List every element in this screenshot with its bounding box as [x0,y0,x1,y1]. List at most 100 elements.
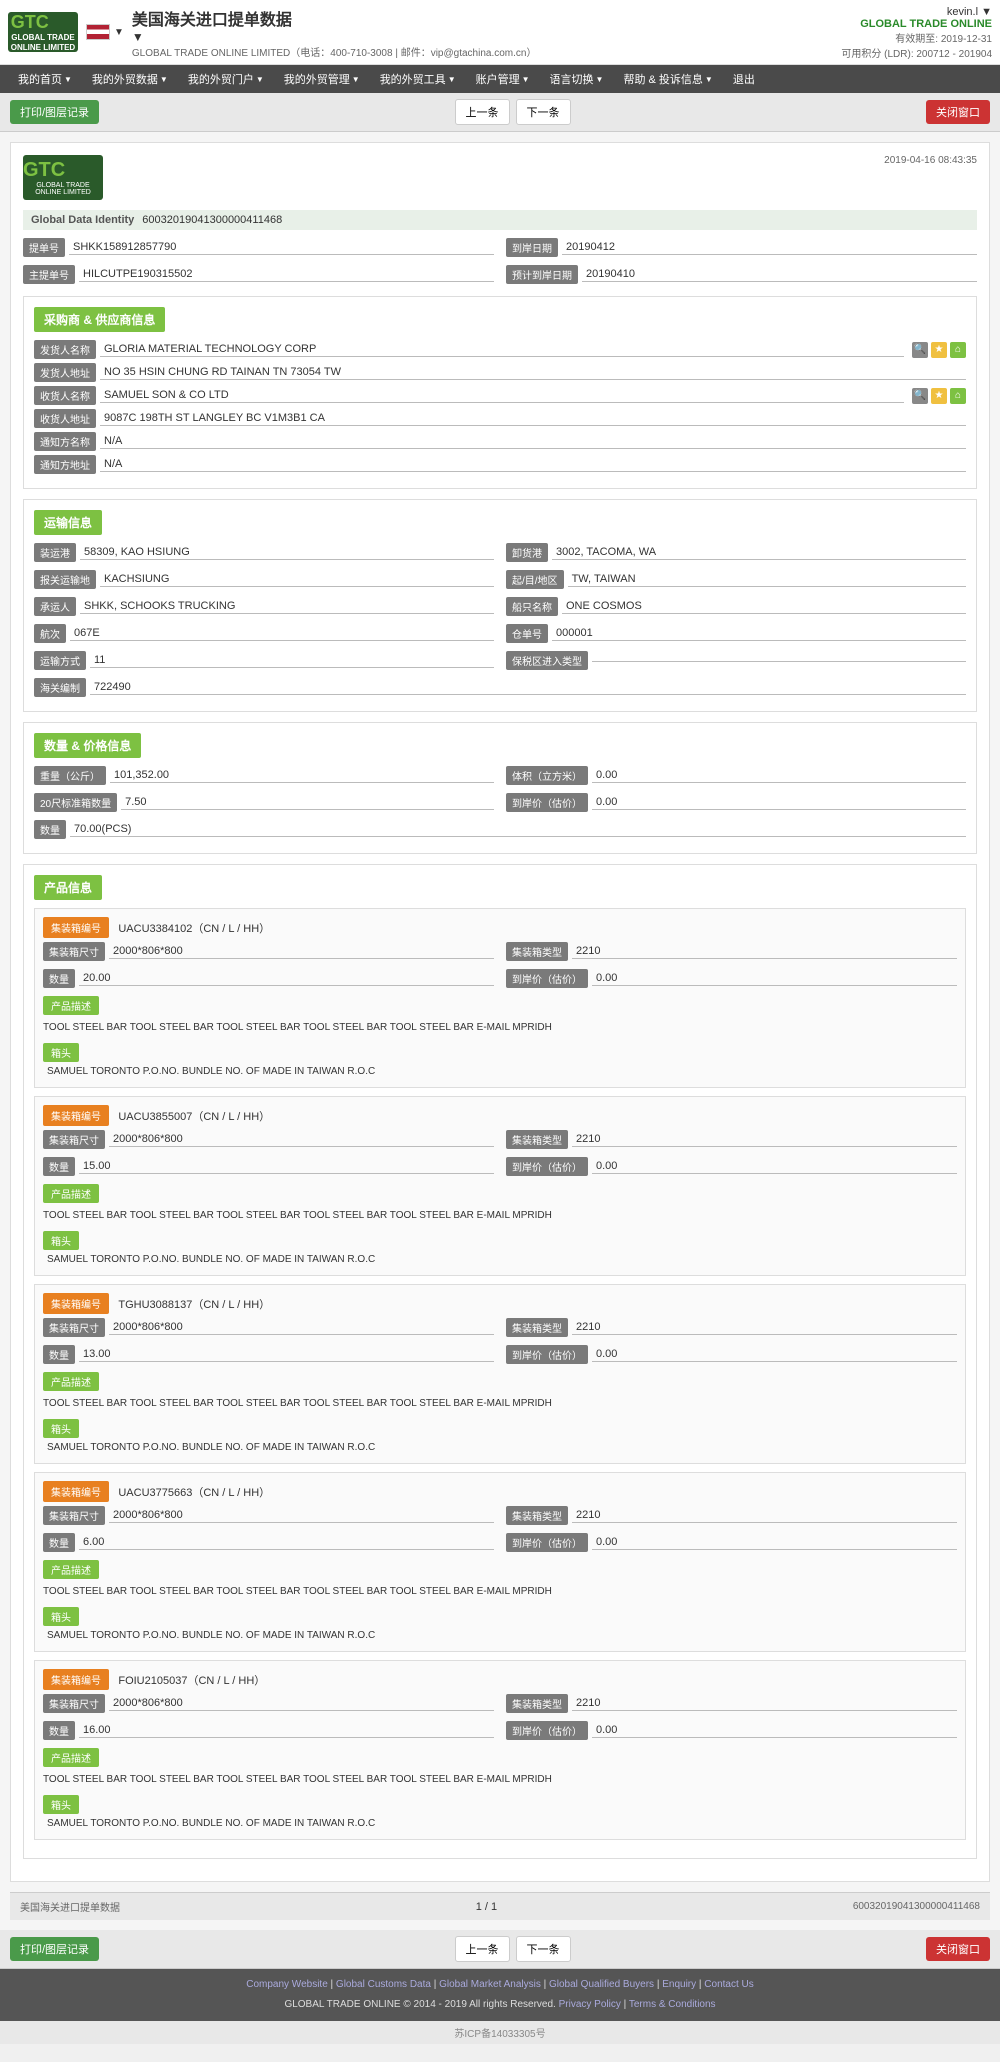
qty-value-2: 15.00 [79,1159,494,1174]
footer-link-company[interactable]: Company Website [246,1979,328,1990]
footer-link-market[interactable]: Global Market Analysis [439,1979,541,1990]
toolbar-top: 打印/图层记录 上一条 下一条 关闭窗口 [0,93,1000,132]
mark-button-5[interactable]: 箱头 [43,1795,79,1814]
warehouse-label: 仓单号 [506,624,548,643]
mark-button-2[interactable]: 箱头 [43,1231,79,1250]
size-value-4: 2000*806*800 [109,1508,494,1523]
price-label-3: 到岸价（估价） [506,1345,588,1364]
consignee-home-icon[interactable]: ⌂ [950,388,966,404]
voyage-value: 067E [70,626,494,641]
qty-group-3: 数量 13.00 [43,1345,494,1364]
loading-port-value: 58309, KAO HSIUNG [80,545,494,560]
nav-import-data[interactable]: 我的外贸数据 ▼ [82,65,178,93]
bottom-bar: 美国海关进口提单数据 1 / 1 60032019041300000411468 [10,1892,990,1920]
product-item-1: 集装箱编号 UACU3384102（CN / L / HH） 集装箱尺寸 200… [34,908,966,1088]
print-button-bottom[interactable]: 打印/图层记录 [10,1937,99,1961]
footer-link-customs[interactable]: Global Customs Data [336,1979,431,1990]
desc-button-3[interactable]: 产品描述 [43,1372,99,1391]
title-dropdown-arrow[interactable]: ▼ [132,30,144,44]
toolbar-left: 打印/图层记录 [10,100,99,124]
nav-tools[interactable]: 我的外贸工具 ▼ [370,65,466,93]
footer-terms[interactable]: Terms & Conditions [629,1999,716,2010]
mark-btn-row-3: 箱头 [43,1419,957,1438]
type-label-1: 集装箱类型 [506,942,568,961]
size-value-1: 2000*806*800 [109,944,494,959]
username[interactable]: kevin.l ▼ [947,6,992,18]
transport-mode-label: 运输方式 [34,651,86,670]
footer-link-contact[interactable]: Contact Us [704,1979,753,1990]
price-label-1: 到岸价（估价） [506,969,588,988]
copyright-text: GLOBAL TRADE ONLINE © 2014 - 2019 All ri… [284,1999,555,2010]
desc-btn-row-3: 产品描述 [43,1372,957,1391]
type-group-5: 集装箱类型 2210 [506,1694,957,1713]
nav-logout[interactable]: 退出 [723,65,765,93]
product-item-4: 集装箱编号 UACU3775663（CN / L / HH） 集装箱尺寸 200… [34,1472,966,1652]
nav-management[interactable]: 我的外贸管理 ▼ [274,65,370,93]
size-label-1: 集装箱尺寸 [43,942,105,961]
nav-home[interactable]: 我的首页 ▼ [8,65,82,93]
consignee-search-icon[interactable]: 🔍 [912,388,928,404]
footer-privacy[interactable]: Privacy Policy [559,1999,621,2010]
container-num-label-1: 集装箱编号 [43,917,109,938]
footer-copyright: GLOBAL TRADE ONLINE © 2014 - 2019 All ri… [8,1997,992,2013]
shipper-home-icon[interactable]: ⌂ [950,342,966,358]
shipper-star-icon[interactable]: ★ [931,342,947,358]
close-button[interactable]: 关闭窗口 [926,100,990,124]
type-group-1: 集装箱类型 2210 [506,942,957,961]
footer-link-enquiry[interactable]: Enquiry [662,1979,696,1990]
mark-text-2: SAMUEL TORONTO P.O.NO. BUNDLE NO. OF MAD… [43,1252,957,1267]
toolbar-bottom-center: 上一条 下一条 [455,1936,571,1962]
desc-button-2[interactable]: 产品描述 [43,1184,99,1203]
desc-text-3: TOOL STEEL BAR TOOL STEEL BAR TOOL STEEL… [43,1393,957,1415]
product-fields-3: 集装箱尺寸 2000*806*800 集装箱类型 2210 数量 13.00 到… [43,1318,957,1368]
date-group: 到岸日期 20190412 [506,238,977,257]
desc-btn-row-5: 产品描述 [43,1748,957,1767]
desc-button-4[interactable]: 产品描述 [43,1560,99,1579]
header-title-area: 美国海关进口提单数据 ▼ GLOBAL TRADE ONLINE LIMITED… [132,6,537,59]
nav-account[interactable]: 账户管理 ▼ [466,65,540,93]
consignee-star-icon[interactable]: ★ [931,388,947,404]
nav-help[interactable]: 帮助 & 投诉信息 ▼ [613,65,722,93]
type-group-2: 集装箱类型 2210 [506,1130,957,1149]
footer-links: Company Website | Global Customs Data | … [8,1977,992,1993]
transport-section-header: 运输信息 [34,510,102,535]
qty-label-5: 数量 [43,1721,75,1740]
mark-text-4: SAMUEL TORONTO P.O.NO. BUNDLE NO. OF MAD… [43,1628,957,1643]
container20-group: 20尺标准箱数量 7.50 [34,793,494,812]
flag-dropdown[interactable]: ▼ [114,27,124,38]
mark-button-1[interactable]: 箱头 [43,1043,79,1062]
type-group-3: 集装箱类型 2210 [506,1318,957,1337]
departure-value: KACHSIUNG [100,572,494,587]
mark-button-4[interactable]: 箱头 [43,1607,79,1626]
quantity-value: 70.00(PCS) [70,822,966,837]
type-label-5: 集装箱类型 [506,1694,568,1713]
size-label-2: 集装箱尺寸 [43,1130,105,1149]
print-button[interactable]: 打印/图层记录 [10,100,99,124]
nav-language[interactable]: 语言切换 ▼ [540,65,614,93]
document-card: GTC GLOBAL TRADE ONLINE LIMITED 2019-04-… [10,142,990,1882]
prev-button[interactable]: 上一条 [455,99,510,125]
container20-value: 7.50 [121,795,494,810]
shipper-search-icon[interactable]: 🔍 [912,342,928,358]
next-button[interactable]: 下一条 [516,99,571,125]
bill-numbers: 提单号 SHKK158912857790 到岸日期 20190412 主提单号 … [23,238,977,288]
desc-button-1[interactable]: 产品描述 [43,996,99,1015]
size-group-2: 集装箱尺寸 2000*806*800 [43,1130,494,1149]
footer-link-buyers[interactable]: Global Qualified Buyers [549,1979,654,1990]
type-value-2: 2210 [572,1132,957,1147]
prev-button-bottom[interactable]: 上一条 [455,1936,510,1962]
container-num-value-4: UACU3775663（CN / L / HH） [118,1487,270,1499]
nav-portal[interactable]: 我的外贸门户 ▼ [178,65,274,93]
notify-addr-label: 通知方地址 [34,455,96,474]
desc-button-5[interactable]: 产品描述 [43,1748,99,1767]
container-num-label-4: 集装箱编号 [43,1481,109,1502]
mark-button-3[interactable]: 箱头 [43,1419,79,1438]
supplier-section: 采购商 & 供应商信息 发货人名称 GLORIA MATERIAL TECHNO… [23,296,977,489]
notify-name-row: 通知方名称 N/A [34,432,966,451]
voyage-group: 航次 067E [34,624,494,643]
bottom-doc-id: 60032019041300000411468 [853,1901,980,1912]
close-button-bottom[interactable]: 关闭窗口 [926,1937,990,1961]
next-button-bottom[interactable]: 下一条 [516,1936,571,1962]
shipper-label: 发货人名称 [34,340,96,359]
identity-label: Global Data Identity [31,214,134,226]
